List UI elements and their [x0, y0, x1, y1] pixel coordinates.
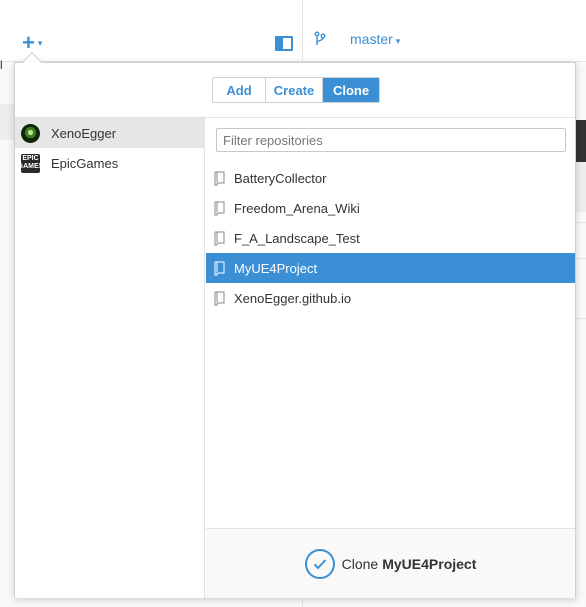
owner-name: EpicGames [51, 155, 119, 171]
background-divider [575, 222, 586, 223]
background-divider [575, 318, 586, 319]
repo-icon [214, 291, 225, 305]
repo-name: F_A_Landscape_Test [234, 230, 360, 246]
clipped-text: l [0, 58, 3, 72]
repo-item[interactable]: XenoEgger.github.io [206, 283, 575, 313]
app-window: l + ▾ master ▾ Add Create Clone XenoEgger [0, 0, 586, 607]
mode-tabs: Add Create Clone [212, 77, 380, 103]
repo-item[interactable]: F_A_Landscape_Test [206, 223, 575, 253]
background-row [0, 104, 14, 140]
repo-icon [214, 171, 225, 185]
tab-create[interactable]: Create [266, 78, 323, 102]
top-toolbar [0, 0, 586, 62]
popover-body: XenoEgger EPIC GAMES EpicGames BatteryCo… [15, 117, 575, 598]
repo-name: XenoEgger.github.io [234, 290, 352, 306]
owner-item-xenoegger[interactable]: XenoEgger [15, 118, 204, 148]
add-repository-popover: Add Create Clone XenoEgger EPIC GAMES Ep… [14, 62, 576, 598]
branch-name: master [350, 31, 393, 47]
chevron-down-icon: ▾ [395, 36, 401, 46]
clone-footer: Clone MyUE4Project [206, 528, 575, 598]
repo-icon [214, 201, 225, 215]
repo-icon [214, 261, 225, 275]
repo-icon [214, 231, 225, 245]
avatar [21, 123, 40, 143]
repository-pane: BatteryCollector Freedom_Arena_Wiki F_A_… [206, 118, 575, 598]
repo-name: BatteryCollector [234, 170, 327, 186]
repo-item[interactable]: BatteryCollector [206, 163, 575, 193]
repository-list: BatteryCollector Freedom_Arena_Wiki F_A_… [206, 163, 575, 313]
filter-repositories-input[interactable] [216, 128, 566, 152]
branch-selector[interactable]: master ▾ [350, 31, 400, 47]
repo-item[interactable]: Freedom_Arena_Wiki [206, 193, 575, 223]
owner-name: XenoEgger [51, 125, 117, 141]
owner-list: XenoEgger EPIC GAMES EpicGames [15, 118, 205, 598]
plus-icon: + [22, 30, 35, 55]
clone-button[interactable]: Clone MyUE4Project [304, 548, 477, 579]
background-panel [575, 162, 586, 212]
repo-name: MyUE4Project [234, 260, 318, 276]
clone-repo-name: MyUE4Project [382, 555, 477, 572]
avatar: EPIC GAMES [18, 153, 43, 173]
check-circle-icon [304, 548, 335, 579]
tab-clone[interactable]: Clone [323, 78, 379, 102]
clone-label: Clone [341, 555, 379, 572]
add-repository-button[interactable]: + ▾ [22, 32, 54, 54]
branch-icon[interactable] [313, 31, 327, 47]
tab-add[interactable]: Add [213, 78, 266, 102]
sidebar-toggle-icon[interactable] [275, 36, 293, 51]
repo-item-selected[interactable]: MyUE4Project [206, 253, 575, 283]
background-divider [575, 258, 586, 259]
owner-item-epicgames[interactable]: EPIC GAMES EpicGames [15, 148, 204, 178]
background-panel [575, 120, 586, 162]
repo-name: Freedom_Arena_Wiki [234, 200, 360, 216]
chevron-down-icon: ▾ [37, 37, 43, 48]
